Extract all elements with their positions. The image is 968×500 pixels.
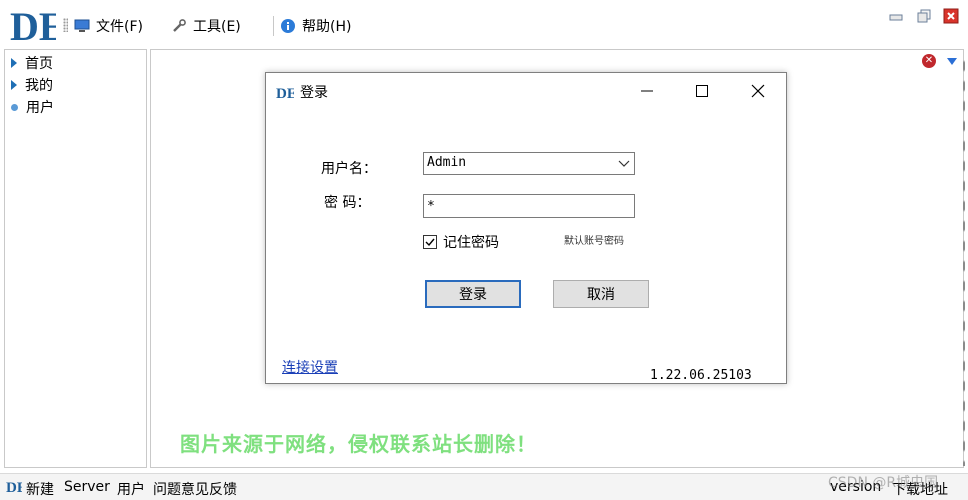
svg-text:DE: DE (6, 480, 22, 494)
app-logo: DE (10, 4, 56, 46)
menubar: DE 文件(F) 工具(E) 帮助(H) (0, 0, 968, 48)
dialog-minimize-button[interactable] (637, 81, 657, 101)
toolbar-grip[interactable] (63, 18, 68, 32)
dialog-logo-icon: DE (276, 86, 294, 100)
password-value: * (427, 199, 435, 214)
menu-tools[interactable]: 工具(E) (171, 16, 241, 36)
minimize-icon (641, 90, 653, 92)
password-label: 密 码： (324, 195, 371, 211)
menu-tools-label: 工具(E) (193, 19, 241, 35)
tree-item-label: 用户 (26, 100, 54, 116)
chevron-down-icon[interactable] (618, 158, 630, 170)
status-user[interactable]: 用户 (117, 479, 145, 499)
remember-password-row[interactable]: 记住密码 (423, 232, 499, 252)
wrench-icon (173, 19, 186, 32)
dialog-close-button[interactable] (748, 81, 768, 101)
svg-text:DE: DE (10, 4, 56, 46)
panel-edge-grip (962, 56, 966, 466)
info-icon (281, 19, 295, 33)
dialog-title: 登录 (300, 85, 328, 101)
tree-item-user[interactable]: 用户 (11, 97, 54, 117)
status-feedback[interactable]: 问题意见反馈 (153, 479, 237, 499)
menu-file-label: 文件(F) (96, 19, 143, 35)
expand-arrow-icon[interactable] (11, 80, 17, 90)
status-bar: DE 新建 Server 用户 问题意见反馈 version 下载地址 (0, 473, 968, 500)
close-tab-icon[interactable]: ✕ (922, 54, 936, 68)
username-combobox[interactable]: Admin (423, 152, 635, 175)
close-icon (751, 84, 765, 98)
password-field[interactable]: * (423, 194, 635, 218)
dropdown-arrow-icon[interactable] (947, 58, 957, 65)
remember-password-checkbox[interactable] (423, 235, 437, 249)
remember-password-label: 记住密码 (443, 235, 499, 251)
leaf-dot-icon (11, 103, 18, 111)
cancel-button[interactable]: 取消 (553, 280, 649, 308)
menu-help-label: 帮助(H) (302, 19, 352, 35)
minimize-icon[interactable] (888, 8, 904, 24)
tree-item-label: 我的 (25, 78, 53, 94)
username-value: Admin (427, 155, 467, 170)
restore-icon[interactable] (916, 8, 932, 24)
dialog-maximize-button[interactable] (692, 81, 712, 101)
dialog-titlebar: DE 登录 (276, 83, 328, 101)
csdn-watermark: CSDN @R城虫国 (828, 475, 939, 491)
tree-item-home[interactable]: 首页 (11, 53, 53, 73)
maximize-icon (696, 85, 708, 97)
app-logo-small: DE (6, 480, 22, 494)
menu-help[interactable]: 帮助(H) (280, 16, 351, 36)
default-account-hint: 默认账号密码 (564, 236, 624, 247)
version-label: 1.22.06.25103 (650, 368, 752, 383)
status-new[interactable]: 新建 (26, 479, 54, 499)
close-window-icon[interactable] (943, 8, 959, 24)
tree-item-label: 首页 (25, 56, 53, 72)
username-label: 用户名： (321, 161, 377, 177)
check-icon (425, 238, 435, 247)
svg-text:DE: DE (276, 86, 294, 100)
expand-arrow-icon[interactable] (11, 58, 17, 68)
connection-settings-link[interactable]: 连接设置 (282, 357, 338, 377)
nav-tree: 首页 我的 用户 (4, 49, 147, 468)
monitor-icon (74, 19, 90, 32)
status-server[interactable]: Server (64, 479, 110, 495)
menu-separator (273, 16, 274, 36)
login-dialog: DE 登录 用户名： Admin 密 码： * 记住密码 默认账号密码 登录 取… (265, 72, 787, 384)
watermark-text: 图片来源于网络，侵权联系站长删除！ (180, 432, 537, 456)
tree-item-mine[interactable]: 我的 (11, 75, 53, 95)
login-button[interactable]: 登录 (425, 280, 521, 308)
menu-file[interactable]: 文件(F) (74, 16, 143, 36)
